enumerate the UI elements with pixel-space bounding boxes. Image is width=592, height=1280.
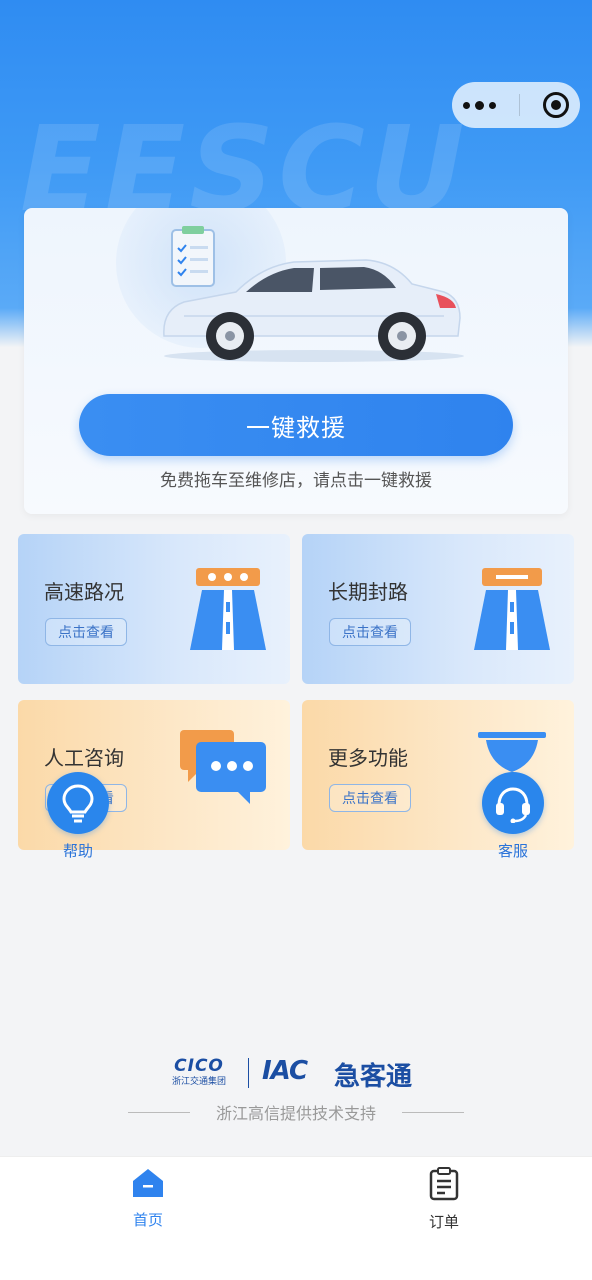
clipboard-icon	[171, 226, 215, 287]
support-line-left	[128, 1112, 190, 1113]
jikaotong-logo: 急客通	[334, 1062, 413, 1092]
help-label: 帮助	[62, 842, 93, 860]
car-illustration-icon	[163, 226, 464, 362]
one-key-rescue-button[interactable]: 一键救援	[79, 394, 513, 456]
tile-title: 更多功能	[328, 746, 408, 770]
brand-logos: CICO 浙江交通集团 IAC 急客通	[0, 1052, 592, 1092]
rescue-hint: 免费拖车至维修店，请点击一键救援	[160, 471, 432, 491]
tab-home[interactable]: 首页	[98, 1167, 198, 1230]
road-closure-icon	[474, 568, 550, 650]
chat-bubble-icon	[180, 730, 266, 804]
tech-support-footer: 浙江高信提供技术支持	[0, 1100, 592, 1124]
tile-check-button[interactable]: 点击查看	[45, 618, 127, 646]
tab-orders-label: 订单	[428, 1213, 459, 1231]
home-icon	[133, 1169, 163, 1197]
lightbulb-icon[interactable]	[47, 772, 109, 834]
customer-service-float-button[interactable]: 客服	[482, 772, 544, 861]
support-line-right	[402, 1112, 464, 1113]
bottom-tab-bar: 首页 订单	[0, 1156, 592, 1280]
tile-title: 高速路况	[44, 580, 124, 604]
highway-icon	[190, 568, 266, 650]
support-text: 浙江高信提供技术支持	[215, 1104, 376, 1123]
service-label: 客服	[497, 842, 528, 860]
tile-check-button[interactable]: 点击查看	[329, 618, 411, 646]
cico-logo: CICO 浙江交通集团	[172, 1056, 227, 1087]
tab-orders[interactable]: 订单	[394, 1167, 494, 1232]
brand-divider	[248, 1058, 249, 1088]
mini-program-capsule[interactable]	[452, 82, 580, 128]
tile-title: 人工咨询	[44, 746, 124, 770]
tile-highway-traffic[interactable]: 高速路况 点击查看	[18, 534, 290, 684]
tile-long-term-closure[interactable]: 长期封路 点击查看	[302, 534, 574, 684]
capsule-divider	[518, 94, 520, 116]
more-dots-icon[interactable]	[463, 100, 497, 110]
tab-home-label: 首页	[132, 1211, 163, 1229]
target-circle-icon[interactable]	[542, 92, 569, 118]
headset-icon[interactable]	[482, 772, 544, 834]
rescue-card: 一键救援 免费拖车至维修店，请点击一键救援	[24, 208, 568, 514]
iac-logo: IAC	[262, 1056, 308, 1086]
tile-title: 长期封路	[328, 580, 408, 604]
help-float-button[interactable]: 帮助	[47, 772, 109, 861]
clipboard-list-icon	[429, 1167, 459, 1201]
tile-check-button[interactable]: 点击查看	[329, 784, 411, 812]
